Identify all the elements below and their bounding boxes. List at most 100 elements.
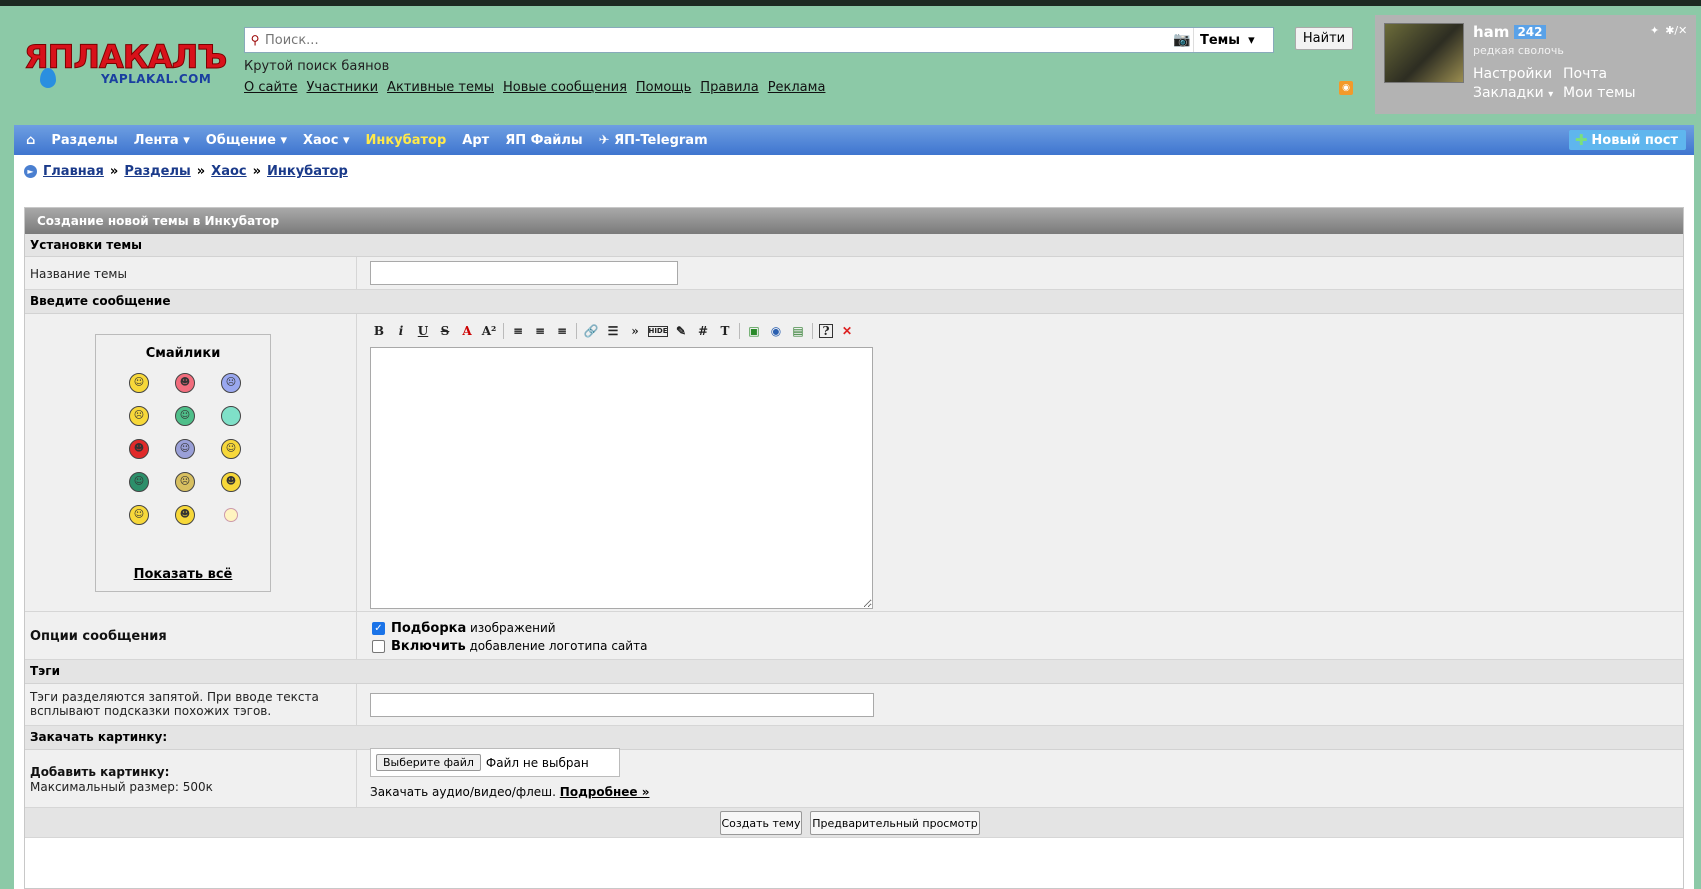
nav-social[interactable]: Общение ▾ <box>206 133 287 148</box>
close-icon[interactable]: ✕ <box>836 322 858 340</box>
smiley-wave-icon[interactable]: ☺ <box>221 439 241 459</box>
text-icon[interactable]: T <box>714 322 736 340</box>
list-icon[interactable]: ☰ <box>602 322 624 340</box>
choose-file-button[interactable]: Выберите файл <box>376 754 481 771</box>
hash-icon[interactable]: # <box>692 322 714 340</box>
settings-toggle-icon[interactable]: ✱/✕ <box>1665 24 1687 37</box>
crumb-home[interactable]: Главная <box>43 164 104 179</box>
link-help[interactable]: Помощь <box>636 80 691 95</box>
user-count-badge[interactable]: 242 <box>1514 25 1546 39</box>
smiley-duel-icon[interactable]: ☻ <box>129 439 149 459</box>
create-topic-button[interactable]: Создать тему <box>720 811 802 835</box>
preview-button[interactable]: Предварительный просмотр <box>810 811 980 835</box>
row-message: Смайлики ☺ ☻ ☹ ☹ ☺ ☻ ☺ ☺ ☺ ☹ ☻ ☺ ☻ Показ… <box>25 314 1683 612</box>
smiley-ghost-icon[interactable]: ☺ <box>175 439 195 459</box>
smiley-facepalm-icon[interactable]: ☹ <box>175 472 195 492</box>
help-icon[interactable]: ? <box>819 324 833 338</box>
media-note: Закачать аудио/видео/флеш. Подробнее » <box>370 785 649 799</box>
row-topic-name: Название темы <box>25 257 1683 290</box>
row-message-options: Опции сообщения ✓ Подборка изображений В… <box>25 612 1683 660</box>
search-icon: ⚲ <box>250 33 260 47</box>
link-settings[interactable]: Настройки <box>1473 66 1563 82</box>
user-name[interactable]: ham 242 <box>1473 23 1546 41</box>
link-icon[interactable]: 🔗 <box>580 322 602 340</box>
content-area: ► Главная » Разделы » Хаос » Инкубатор Созд… <box>14 155 1694 889</box>
topic-name-input[interactable] <box>370 261 678 285</box>
nav-files[interactable]: ЯП Файлы <box>505 133 582 148</box>
crumb-incubator[interactable]: Инкубатор <box>267 164 348 179</box>
row-add-picture: Добавить картинку: Максимальный размер: … <box>25 750 1683 808</box>
smiley-star-icon[interactable] <box>224 508 238 522</box>
nav-feed[interactable]: Лента ▾ <box>134 133 190 148</box>
video-icon[interactable]: ▤ <box>787 322 809 340</box>
link-active-topics[interactable]: Активные темы <box>387 80 494 95</box>
search-scope-select[interactable]: Темы ▾ <box>1193 28 1273 52</box>
editor-toolbar: B i U S A A² ≡ ≡ ≡ 🔗 ☰ » HIDE ✎ # T ▣ ◉ … <box>368 322 858 340</box>
main-nav: ⌂ Разделы Лента ▾ Общение ▾ Хаос ▾ Инкуб… <box>14 125 1694 155</box>
search-button[interactable]: Найти <box>1295 27 1353 50</box>
new-post-button[interactable]: ✚ Новый пост <box>1568 130 1686 150</box>
rss-icon[interactable]: ◉ <box>1339 81 1353 95</box>
message-textarea[interactable] <box>370 347 873 609</box>
section-tags: Тэги <box>25 660 1683 684</box>
smiley-medal-icon[interactable]: ☺ <box>129 505 149 525</box>
smilies-title: Смайлики <box>145 346 221 361</box>
bold-icon[interactable]: B <box>368 322 390 340</box>
link-bookmarks[interactable]: Закладки ▾ <box>1473 85 1563 101</box>
camera-icon[interactable]: 📷 <box>1171 32 1193 48</box>
checkbox-unchecked-icon[interactable] <box>372 640 385 653</box>
smiley-green-icon[interactable] <box>221 406 241 426</box>
option-logo[interactable]: Включить добавление логотипа сайта <box>372 639 647 654</box>
link-ads[interactable]: Реклама <box>768 80 826 95</box>
nav-art[interactable]: Арт <box>462 133 489 148</box>
nav-sections[interactable]: Разделы <box>51 133 117 148</box>
nav-telegram[interactable]: ✈ ЯП-Telegram <box>599 133 708 148</box>
font-color-icon[interactable]: A <box>456 322 478 340</box>
link-mail[interactable]: Почта <box>1563 66 1653 82</box>
checkbox-checked-icon[interactable]: ✓ <box>372 622 385 635</box>
smilies-show-all-link[interactable]: Показать всё <box>96 567 270 582</box>
nav-chaos[interactable]: Хаос ▾ <box>303 133 349 148</box>
user-corner-icons: ✦ ✱/✕ <box>1650 24 1687 37</box>
link-about[interactable]: О сайте <box>244 80 298 95</box>
search-input[interactable] <box>265 29 1171 51</box>
smiley-love-icon[interactable]: ☻ <box>175 373 195 393</box>
italic-icon[interactable]: i <box>390 322 412 340</box>
strike-icon[interactable]: S <box>434 322 456 340</box>
edit-icon[interactable]: ✎ <box>670 322 692 340</box>
smiley-dark-icon[interactable]: ☺ <box>129 472 149 492</box>
smiley-gun-icon[interactable]: ☺ <box>175 406 195 426</box>
pin-icon[interactable]: ✦ <box>1650 24 1659 37</box>
smiley-think-icon[interactable]: ☹ <box>129 406 149 426</box>
smiley-party-icon[interactable]: ☻ <box>221 472 241 492</box>
quote-icon[interactable]: » <box>624 322 646 340</box>
font-size-icon[interactable]: A² <box>478 322 500 340</box>
tags-input[interactable] <box>370 693 874 717</box>
toolbar-separator <box>812 323 813 339</box>
align-left-icon[interactable]: ≡ <box>507 322 529 340</box>
crumb-chaos[interactable]: Хаос <box>211 164 246 179</box>
nav-incubator[interactable]: Инкубатор <box>366 133 447 148</box>
underline-icon[interactable]: U <box>412 322 434 340</box>
link-my-topics[interactable]: Мои темы <box>1563 85 1653 101</box>
smiley-cry-icon[interactable]: ☹ <box>221 373 241 393</box>
image-icon[interactable]: ▣ <box>743 322 765 340</box>
home-icon[interactable]: ⌂ <box>26 133 35 148</box>
flash-icon[interactable]: ◉ <box>765 322 787 340</box>
link-rules[interactable]: Правила <box>700 80 758 95</box>
file-input[interactable]: Выберите файл Файл не выбран <box>370 748 620 777</box>
avatar[interactable] <box>1384 23 1464 83</box>
align-right-icon[interactable]: ≡ <box>551 322 573 340</box>
option-gallery[interactable]: ✓ Подборка изображений <box>372 621 556 636</box>
site-logo[interactable]: ЯПЛАКАЛЪ YAPLAKAL.COM <box>23 38 228 94</box>
hide-icon[interactable]: HIDE <box>648 325 668 337</box>
smilies-panel: Смайлики ☺ ☻ ☹ ☹ ☺ ☻ ☺ ☺ ☺ ☹ ☻ ☺ ☻ Показ… <box>95 334 271 592</box>
media-more-link[interactable]: Подробнее » <box>560 785 650 799</box>
smiley-laugh-icon[interactable]: ☻ <box>175 505 195 525</box>
link-new-messages[interactable]: Новые сообщения <box>503 80 627 95</box>
smiley-cool-icon[interactable]: ☺ <box>129 373 149 393</box>
crumb-sections[interactable]: Разделы <box>124 164 190 179</box>
option-logo-bold: Включить <box>391 639 466 654</box>
link-members[interactable]: Участники <box>307 80 379 95</box>
align-center-icon[interactable]: ≡ <box>529 322 551 340</box>
